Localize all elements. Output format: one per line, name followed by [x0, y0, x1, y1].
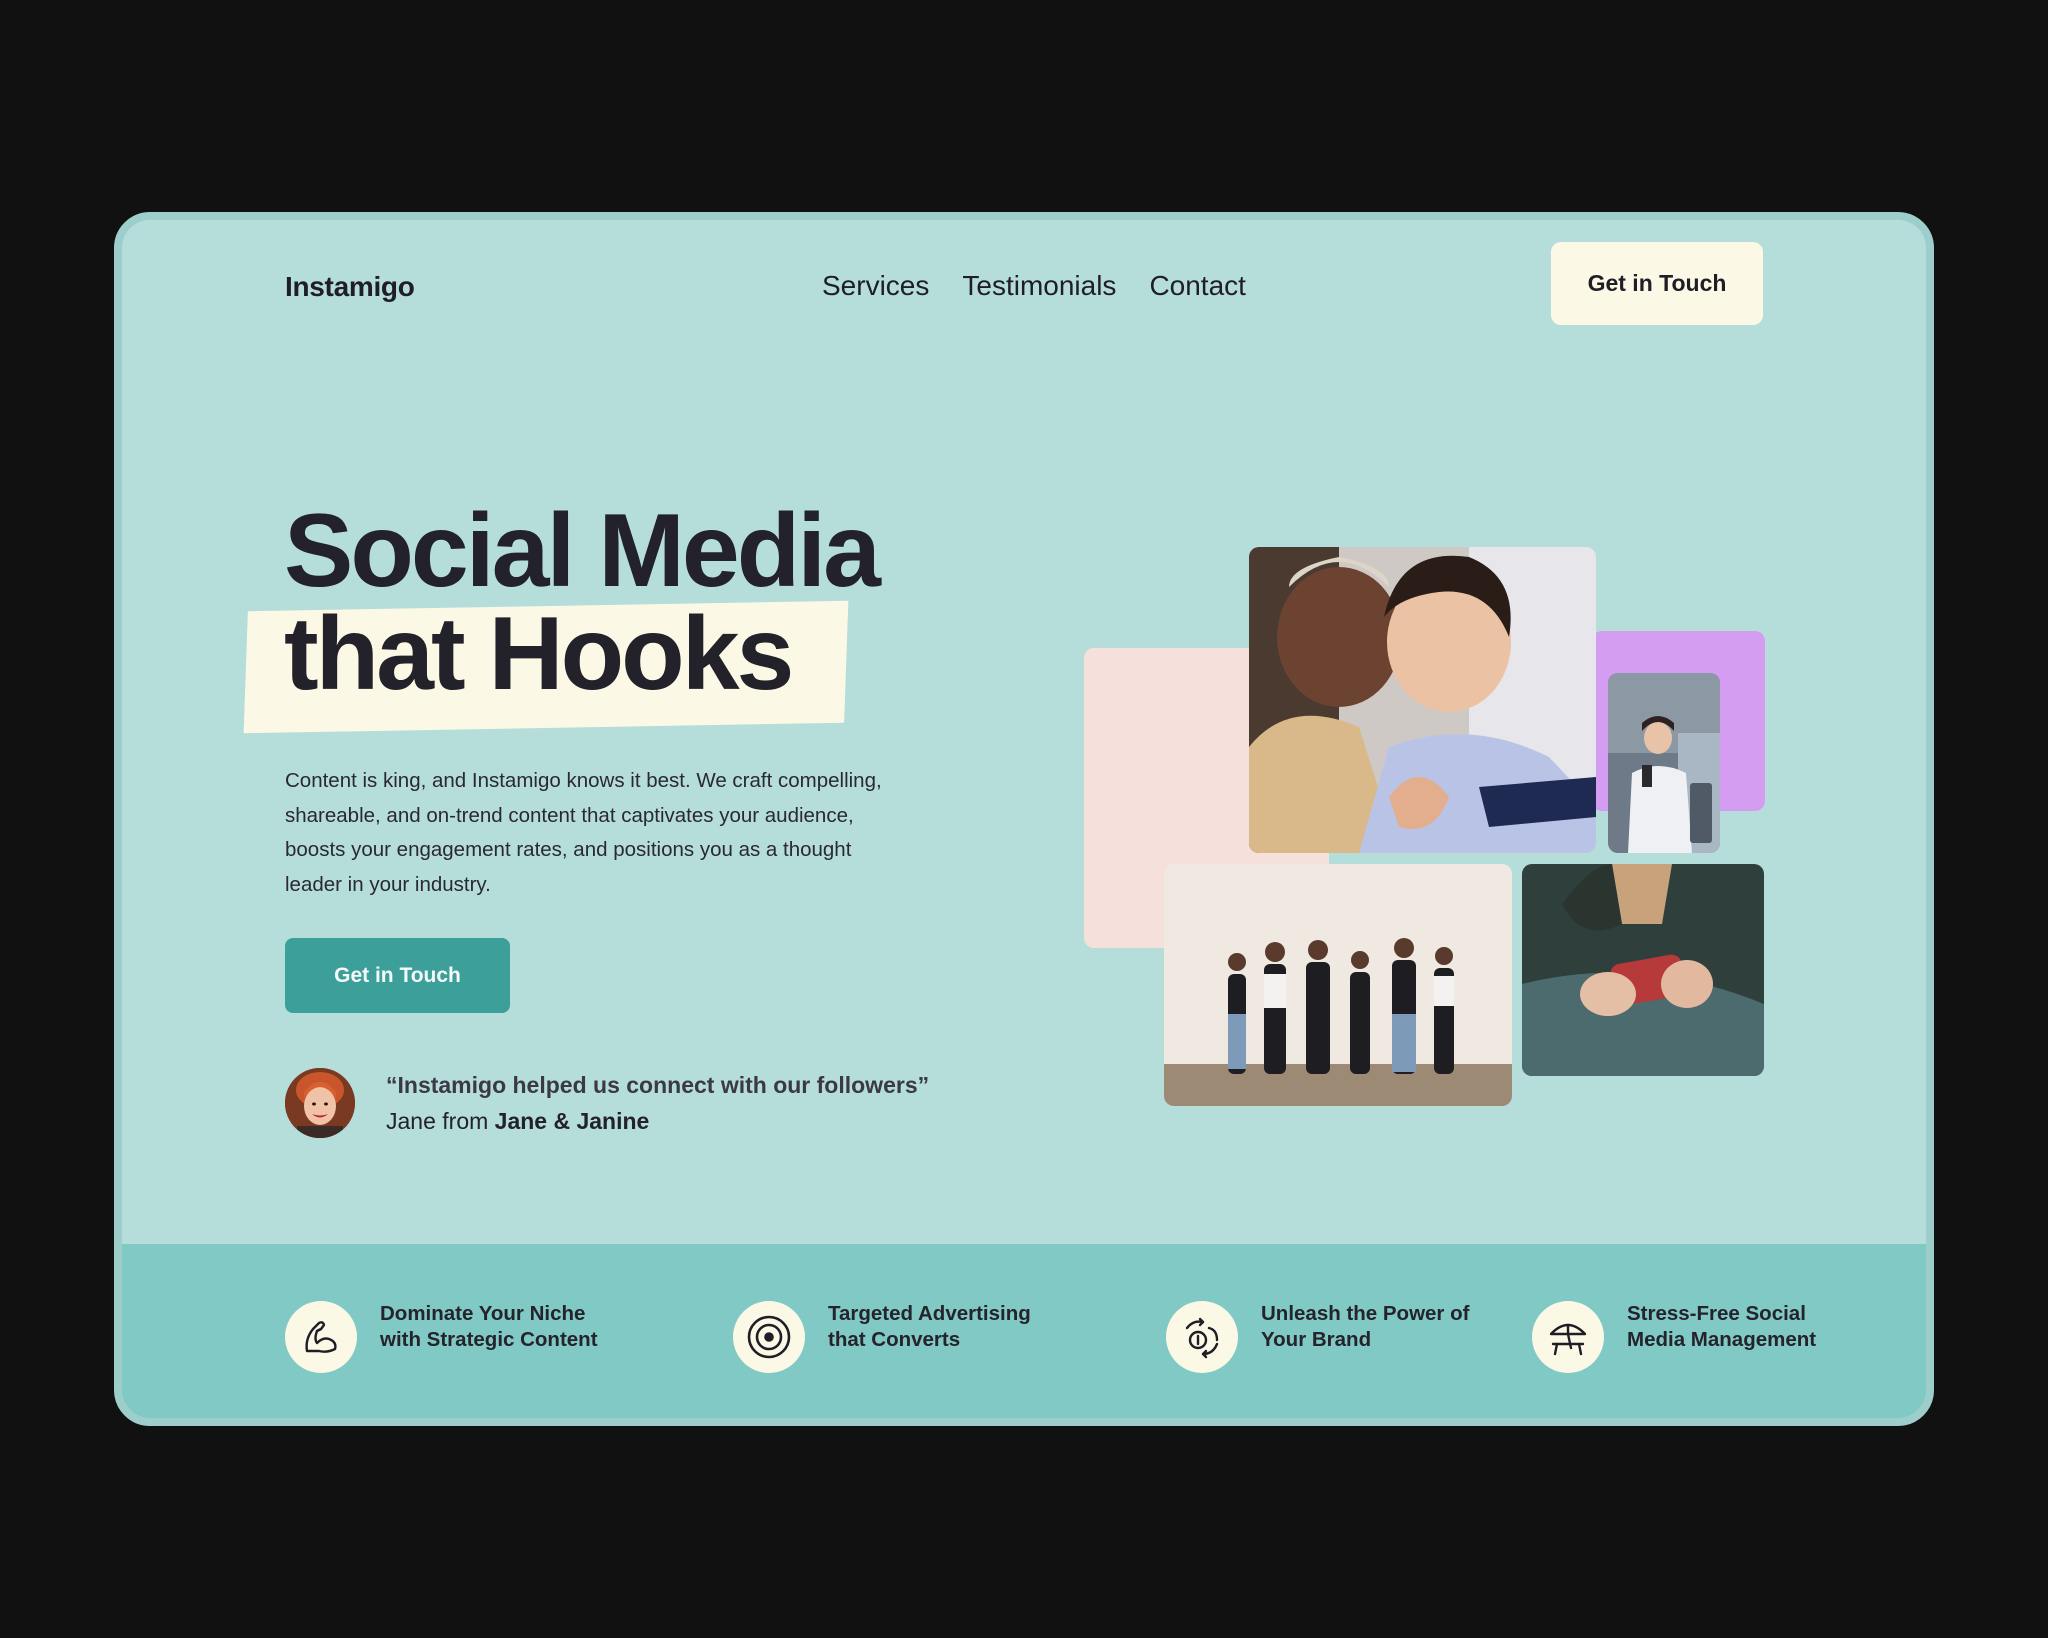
author-company: Jane & Janine [494, 1108, 650, 1134]
nav-get-in-touch-button[interactable]: Get in Touch [1551, 242, 1763, 325]
beach-umbrella-icon [1532, 1301, 1604, 1373]
photo-hands-holding-phone [1522, 864, 1764, 1076]
top-nav: Instamigo Services Testimonials Contact … [122, 220, 1926, 360]
testimonial-quote: “Instamigo helped us connect with our fo… [386, 1072, 930, 1098]
photo-two-women-phone [1249, 547, 1596, 853]
nav-links: Services Testimonials Contact [822, 270, 1246, 302]
feature-label: Unleash the Power of Your Brand [1261, 1302, 1470, 1351]
target-icon [733, 1301, 805, 1373]
hero-title-highlight: that Hooks [243, 600, 849, 734]
photo-group-on-phones [1164, 864, 1512, 1106]
landing-page-frame: Instamigo Services Testimonials Contact … [114, 212, 1934, 1426]
money-cycle-icon [1166, 1301, 1238, 1373]
feature-label: Targeted Advertising that Converts [828, 1302, 1031, 1351]
nav-link-contact[interactable]: Contact [1149, 270, 1246, 302]
hero-title-line-1: Social Media [284, 493, 881, 609]
feature-item: Stress-Free Social Media Management [1532, 1301, 1847, 1373]
feature-item: Dominate Your Niche with Strategic Conte… [285, 1301, 600, 1373]
feature-label: Dominate Your Niche with Strategic Conte… [380, 1302, 598, 1351]
hero-description: Content is king, and Instamigo knows it … [285, 769, 882, 896]
feature-label: Stress-Free Social Media Management [1627, 1302, 1817, 1351]
flexed-arm-icon [285, 1301, 357, 1373]
nav-link-testimonials[interactable]: Testimonials [962, 270, 1116, 302]
feature-item: Unleash the Power of Your Brand [1166, 1301, 1481, 1373]
testimonial-avatar [285, 1068, 355, 1138]
hero-title-line-2: that Hooks [284, 596, 794, 712]
nav-link-services[interactable]: Services [822, 270, 929, 302]
photo-woman-at-desk [1608, 673, 1720, 853]
author-prefix: Jane from [386, 1108, 495, 1134]
brand-logo[interactable]: Instamigo [285, 271, 415, 303]
feature-band: Dominate Your Niche with Strategic Conte… [122, 1244, 1926, 1418]
hero-title: Social Media that Hooks [243, 493, 881, 734]
testimonial-author: Jane from Jane & Janine [386, 1108, 649, 1135]
feature-item: Targeted Advertising that Converts [733, 1301, 1048, 1373]
hero-get-in-touch-button[interactable]: Get in Touch [285, 938, 510, 1013]
